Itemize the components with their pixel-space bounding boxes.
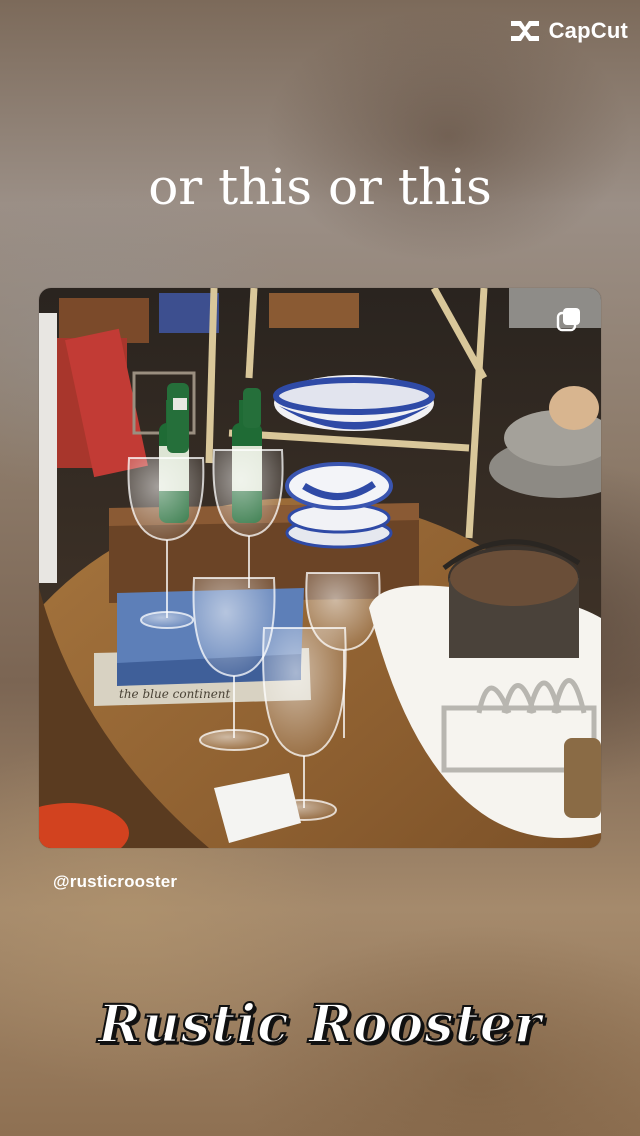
brand-title: Rustic Rooster [97, 993, 543, 1056]
shop-photo: the blue continent [39, 288, 601, 848]
capcut-logo-icon [510, 21, 539, 41]
headline-text: or this or this [148, 158, 492, 216]
multiple-posts-icon [556, 308, 580, 332]
capcut-watermark: CapCut [509, 18, 628, 44]
capcut-wordmark: CapCut [548, 18, 628, 43]
account-handle: @rusticrooster [53, 872, 178, 891]
shop-photo-illustration: the blue continent [39, 288, 601, 848]
book-spine-title: the blue continent [119, 687, 231, 701]
